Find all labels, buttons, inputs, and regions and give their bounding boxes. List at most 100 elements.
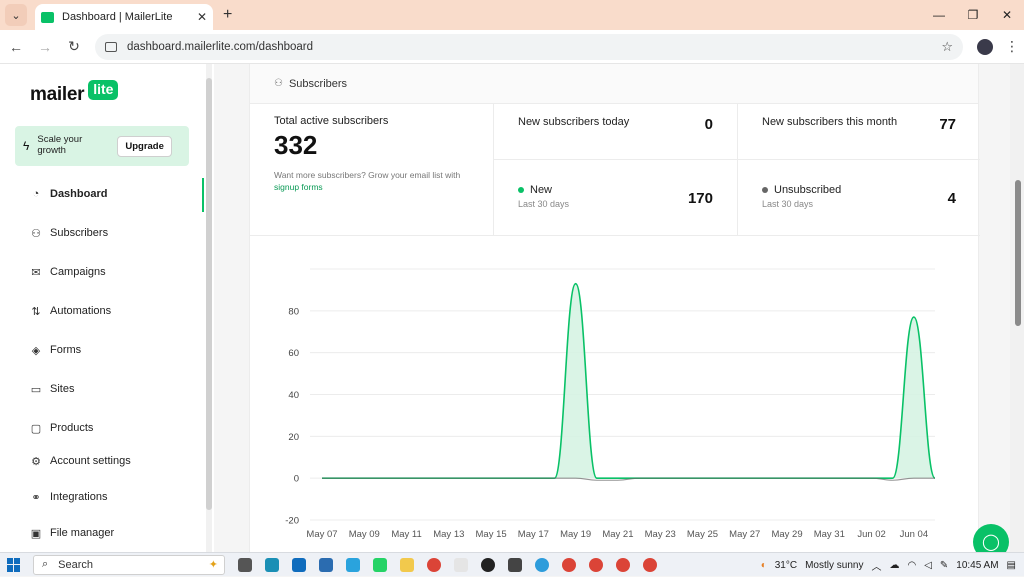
- mailerlite-logo[interactable]: mailer lite: [30, 80, 119, 106]
- app-icon[interactable]: [454, 557, 468, 572]
- chrome-icon[interactable]: [562, 557, 576, 572]
- whatsapp-icon[interactable]: [373, 557, 387, 572]
- chrome-icon[interactable]: [643, 557, 657, 572]
- x-tick-label: May 25: [687, 529, 718, 540]
- page-scrollbar-thumb[interactable]: [1015, 180, 1021, 326]
- mail-icon: ✉: [31, 266, 41, 279]
- site-icon: ▭: [30, 383, 42, 396]
- x-tick-label: May 23: [645, 529, 676, 540]
- sidebar-item-label: Forms: [50, 344, 82, 356]
- wifi-icon[interactable]: ◠: [907, 560, 916, 571]
- chevron-up-icon[interactable]: ︿: [871, 558, 881, 573]
- search-label: Search: [58, 558, 94, 571]
- upgrade-button[interactable]: Upgrade: [117, 135, 172, 157]
- reload-icon[interactable]: ↻: [61, 38, 87, 55]
- user-icon: ⚇: [274, 78, 283, 89]
- active-indicator: [202, 178, 204, 212]
- pen-icon[interactable]: ✎: [940, 560, 948, 571]
- sidebar-item-subscribers[interactable]: ⚇ Subscribers: [30, 227, 109, 240]
- tab-search-button[interactable]: ⌄: [5, 4, 27, 26]
- sidebar-item-label: Subscribers: [50, 227, 109, 239]
- browser-tab[interactable]: Dashboard | MailerLite ✕: [35, 4, 213, 30]
- minimize-icon[interactable]: —: [922, 0, 956, 30]
- new-tab-button[interactable]: +: [223, 6, 232, 24]
- clock-time[interactable]: 10:45 AM: [956, 560, 998, 571]
- task-view-icon[interactable]: [238, 557, 252, 572]
- link-icon: ⚭: [31, 491, 41, 504]
- stat-sub: Last 30 days: [518, 199, 570, 209]
- close-tab-icon[interactable]: ✕: [197, 10, 207, 24]
- sidebar-item-sites[interactable]: ▭ Sites: [30, 383, 75, 396]
- divider: [493, 104, 494, 236]
- forward-icon[interactable]: →: [32, 39, 58, 55]
- chrome-icon[interactable]: [427, 557, 441, 572]
- x-tick-label: Jun 04: [900, 529, 929, 540]
- y-tick-label: 0: [294, 474, 299, 485]
- app-icon[interactable]: [481, 557, 495, 572]
- app-icon[interactable]: [319, 557, 333, 572]
- x-tick-label: May 27: [729, 529, 760, 540]
- volume-icon[interactable]: ◁: [924, 560, 932, 571]
- series-line-new: [322, 282, 936, 479]
- stat-value: 77: [939, 116, 956, 133]
- sidebar-item-dashboard[interactable]: ◔ Dashboard: [30, 188, 108, 200]
- x-tick-label: May 21: [602, 529, 633, 540]
- chart-svg: 80 60 40 20 0 -20 May 07 May 09 May 11 May 13 May …: [285, 268, 936, 540]
- x-tick-label: May 17: [518, 529, 549, 540]
- taskbar-search[interactable]: ⌕ Search ✦: [33, 554, 225, 575]
- signup-forms-link[interactable]: signup forms: [274, 182, 323, 192]
- app-icon[interactable]: [265, 557, 279, 572]
- sidebar-item-account-settings[interactable]: ⚙ Account settings: [30, 455, 131, 468]
- main-content: ⚇ Subscribers Total active subscribers 3…: [214, 64, 1010, 552]
- profile-avatar[interactable]: [977, 38, 993, 55]
- bookmark-star-icon[interactable]: ☆: [941, 39, 953, 55]
- section-title: Subscribers: [288, 77, 348, 90]
- total-label: Total active subscribers: [274, 115, 389, 127]
- sidebar-item-file-manager[interactable]: ▣ File manager: [30, 527, 114, 540]
- cloud-icon[interactable]: ☁: [889, 560, 899, 571]
- url-text: dashboard.mailerlite.com/dashboard: [127, 40, 314, 53]
- file-explorer-icon[interactable]: [400, 557, 414, 572]
- app-container: mailer lite ϟ Scale your growth Upgrade …: [0, 64, 1024, 560]
- site-info-icon[interactable]: [105, 41, 117, 52]
- stat-value: 0: [704, 116, 713, 133]
- layers-icon: ◈: [31, 344, 41, 357]
- subscribers-chart: 80 60 40 20 0 -20 May 07 May 09 May 11 May 13 May …: [250, 236, 980, 552]
- sidebar-item-label: Dashboard: [50, 188, 108, 200]
- stats-panel: Total active subscribers 332 Want more s…: [250, 104, 980, 236]
- weather-icon: ◐: [760, 559, 767, 571]
- logo-text: mailer: [30, 84, 85, 105]
- sidebar-item-campaigns[interactable]: ✉ Campaigns: [30, 266, 105, 279]
- window-controls: — ❐ ✕: [922, 0, 1024, 30]
- sidebar-item-products[interactable]: ▢ Products: [30, 422, 94, 435]
- hint-text: Want more subscribers? Grow your email l…: [274, 170, 461, 180]
- close-window-icon[interactable]: ✕: [990, 0, 1024, 30]
- image-icon: ▣: [30, 527, 42, 540]
- product-icon: ▢: [30, 422, 42, 435]
- telegram-icon[interactable]: [346, 557, 360, 572]
- x-tick-label: May 15: [476, 529, 507, 540]
- new-dot-icon: [518, 187, 524, 194]
- weather-temp: 31°C: [774, 559, 798, 571]
- restore-icon[interactable]: ❐: [956, 0, 990, 30]
- sidebar-scrollbar[interactable]: [206, 78, 212, 510]
- stat-label: New subscribers today: [518, 116, 630, 128]
- dashboard-icon: ◔: [32, 188, 40, 200]
- sidebar-item-integrations[interactable]: ⚭ Integrations: [30, 491, 107, 504]
- url-bar[interactable]: dashboard.mailerlite.com/dashboard ☆: [95, 33, 963, 60]
- page-scrollbar-track[interactable]: [1010, 64, 1024, 552]
- chrome-icon[interactable]: [616, 557, 630, 572]
- sidebar-item-forms[interactable]: ◈ Forms: [30, 344, 82, 357]
- windows-start-icon[interactable]: [7, 557, 21, 572]
- browser-menu-icon[interactable]: ⋮: [1005, 38, 1019, 55]
- app-icon[interactable]: [508, 557, 522, 572]
- sidebar-item-automations[interactable]: ⇅ Automations: [30, 305, 111, 318]
- outlook-icon[interactable]: [292, 557, 306, 572]
- bolt-icon: ϟ: [23, 139, 30, 153]
- y-tick-label: 40: [288, 390, 299, 401]
- chrome-icon[interactable]: [589, 557, 603, 572]
- edge-icon[interactable]: [535, 557, 549, 572]
- back-icon[interactable]: ←: [3, 39, 29, 55]
- notifications-icon[interactable]: ▤: [1007, 560, 1016, 571]
- stat-label: New subscribers this month: [762, 116, 898, 128]
